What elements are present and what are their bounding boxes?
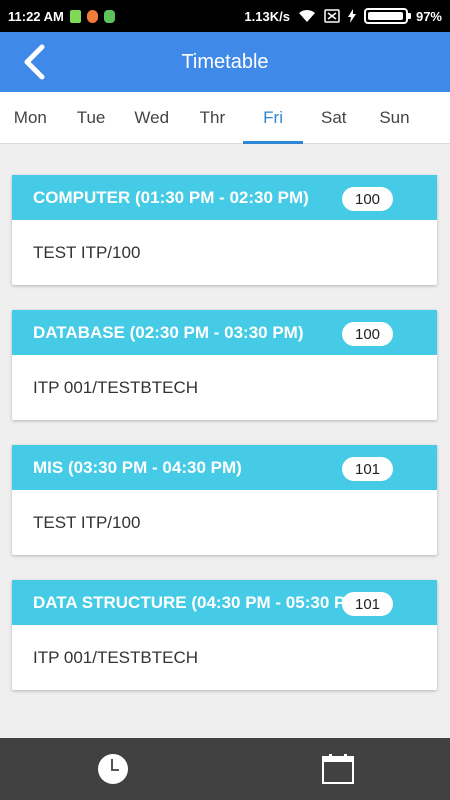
calendar-button[interactable] — [225, 738, 450, 800]
tab-fri[interactable]: Fri — [242, 92, 304, 144]
class-detail: ITP 001/TESTBTECH — [33, 647, 199, 667]
class-subject: COMPUTER (01:30 PM - 02:30 PM) — [33, 187, 309, 207]
class-detail: ITP 001/TESTBTECH — [33, 377, 199, 397]
no-sim-icon — [324, 9, 340, 23]
class-card-header: COMPUTER (01:30 PM - 02:30 PM) 100 — [12, 175, 437, 220]
day-tabs: Mon Tue Wed Thr Fri Sat Sun — [0, 92, 450, 144]
class-card[interactable]: DATABASE (02:30 PM - 03:30 PM) 100 ITP 0… — [12, 310, 437, 420]
app-icon — [103, 9, 115, 23]
wifi-icon — [298, 9, 315, 22]
tab-sat[interactable]: Sat — [303, 92, 364, 143]
tab-label: Thr — [199, 107, 226, 127]
class-subject: MIS (03:30 PM - 04:30 PM) — [33, 457, 242, 477]
status-time: 11:22 AM — [8, 8, 64, 24]
class-card[interactable]: COMPUTER (01:30 PM - 02:30 PM) 100 TEST … — [12, 175, 437, 285]
tab-tue[interactable]: Tue — [61, 92, 122, 143]
sim-icon — [69, 9, 81, 23]
class-detail: TEST ITP/100 — [33, 512, 141, 532]
timetable-list[interactable]: COMPUTER (01:30 PM - 02:30 PM) 100 TEST … — [0, 145, 450, 738]
battery-fill — [367, 12, 403, 20]
bottom-nav — [0, 738, 450, 800]
network-speed: 1.13K/s — [244, 8, 290, 24]
tab-label: Sat — [321, 107, 347, 127]
back-button[interactable] — [14, 40, 54, 84]
alarm-icon — [86, 9, 98, 23]
back-arrow-icon — [24, 44, 45, 80]
tab-label: Sun — [379, 107, 410, 127]
room-badge: 101 — [342, 592, 393, 616]
status-bar: 11:22 AM 1.13K/s 97% — [0, 0, 450, 32]
tab-label: Mon — [13, 107, 47, 127]
class-card-header: DATA STRUCTURE (04:30 PM - 05:30 PM) 101 — [12, 580, 437, 625]
tab-wed[interactable]: Wed — [121, 92, 182, 143]
charging-icon — [347, 9, 356, 23]
class-subject: DATA STRUCTURE (04:30 PM - 05:30 PM) — [33, 592, 366, 612]
class-card[interactable]: DATA STRUCTURE (04:30 PM - 05:30 PM) 101… — [12, 580, 437, 690]
page-title: Timetable — [181, 50, 269, 73]
tab-thr[interactable]: Thr — [182, 92, 243, 143]
battery-icon — [363, 8, 411, 24]
class-detail: TEST ITP/100 — [33, 242, 141, 262]
class-card-header: MIS (03:30 PM - 04:30 PM) 101 — [12, 445, 437, 490]
class-card-header: DATABASE (02:30 PM - 03:30 PM) 100 — [12, 310, 437, 355]
tab-sun[interactable]: Sun — [364, 92, 425, 143]
status-right: 1.13K/s 97% — [244, 8, 442, 24]
tab-label: Wed — [134, 107, 170, 127]
class-subject: DATABASE (02:30 PM - 03:30 PM) — [33, 322, 304, 342]
room-badge: 100 — [342, 322, 393, 346]
room-badge: 101 — [342, 457, 393, 481]
tab-label: Fri — [263, 107, 283, 127]
battery-percent: 97% — [415, 8, 442, 24]
tab-mon[interactable]: Mon — [0, 92, 61, 143]
calendar-icon — [321, 754, 354, 784]
status-left: 11:22 AM — [8, 9, 115, 24]
room-badge: 100 — [342, 187, 393, 211]
app-bar: Timetable — [0, 32, 450, 92]
clock-button[interactable] — [0, 738, 225, 800]
tab-label: Tue — [76, 107, 106, 127]
clock-icon — [97, 754, 128, 784]
class-card[interactable]: MIS (03:30 PM - 04:30 PM) 101 TEST ITP/1… — [12, 445, 437, 555]
